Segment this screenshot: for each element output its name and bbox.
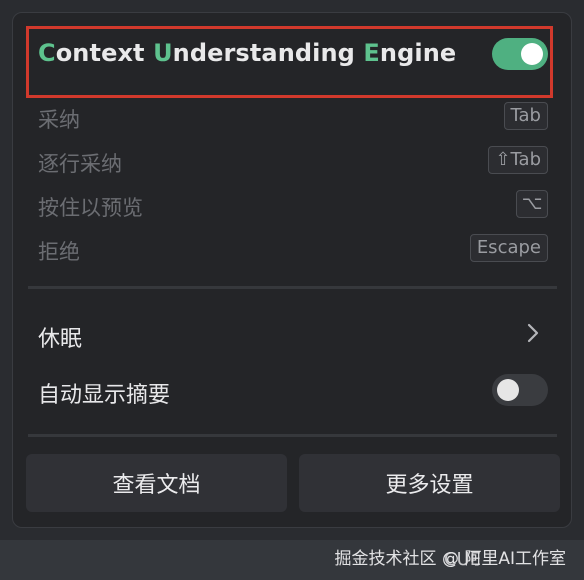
title-part: C bbox=[38, 39, 56, 67]
title-part: ontext bbox=[55, 39, 154, 67]
more-settings-label: 更多设置 bbox=[385, 473, 474, 498]
menu-item-accept[interactable]: 采纳 bbox=[38, 104, 80, 134]
view-docs-label: 查看文档 bbox=[112, 473, 201, 498]
title-part: U bbox=[153, 39, 173, 67]
menu-item-sleep[interactable]: 休眠 bbox=[38, 321, 82, 353]
view-docs-button[interactable]: 查看文档 bbox=[26, 454, 287, 512]
shortcut-key-reject: Escape bbox=[469, 234, 548, 262]
divider bbox=[28, 286, 557, 289]
screen: Context Understanding Engine 采纳 Tab 逐行采纳… bbox=[0, 0, 584, 580]
engine-title: Context Understanding Engine bbox=[38, 39, 456, 67]
more-settings-button[interactable]: 更多设置 bbox=[299, 454, 560, 512]
auto-summary-label: 自动显示摘要 bbox=[38, 383, 171, 408]
title-part: ngine bbox=[379, 39, 457, 67]
menu-item-hold-preview[interactable]: 按住以预览 bbox=[38, 192, 143, 222]
engine-toggle[interactable] bbox=[492, 38, 548, 70]
auto-summary-toggle[interactable] bbox=[492, 374, 548, 406]
toggle-knob bbox=[521, 43, 543, 65]
shortcut-key-hold-preview: ⌥ bbox=[516, 190, 548, 218]
menu-item-reject[interactable]: 拒绝 bbox=[38, 236, 80, 266]
divider bbox=[28, 434, 557, 437]
title-part: E bbox=[363, 39, 380, 67]
menu-item-accept-line[interactable]: 逐行采纳 bbox=[38, 148, 122, 178]
title-part: nderstanding bbox=[172, 39, 364, 67]
cue-popup-menu bbox=[12, 12, 572, 528]
toggle-knob bbox=[497, 379, 519, 401]
shortcut-key-accept-line: ⇧Tab bbox=[488, 146, 548, 174]
chevron-right-icon bbox=[527, 323, 539, 343]
shortcut-key-accept: Tab bbox=[503, 102, 548, 130]
watermark: 掘金技术社区 @ 阿里AI工作室 bbox=[334, 549, 566, 569]
